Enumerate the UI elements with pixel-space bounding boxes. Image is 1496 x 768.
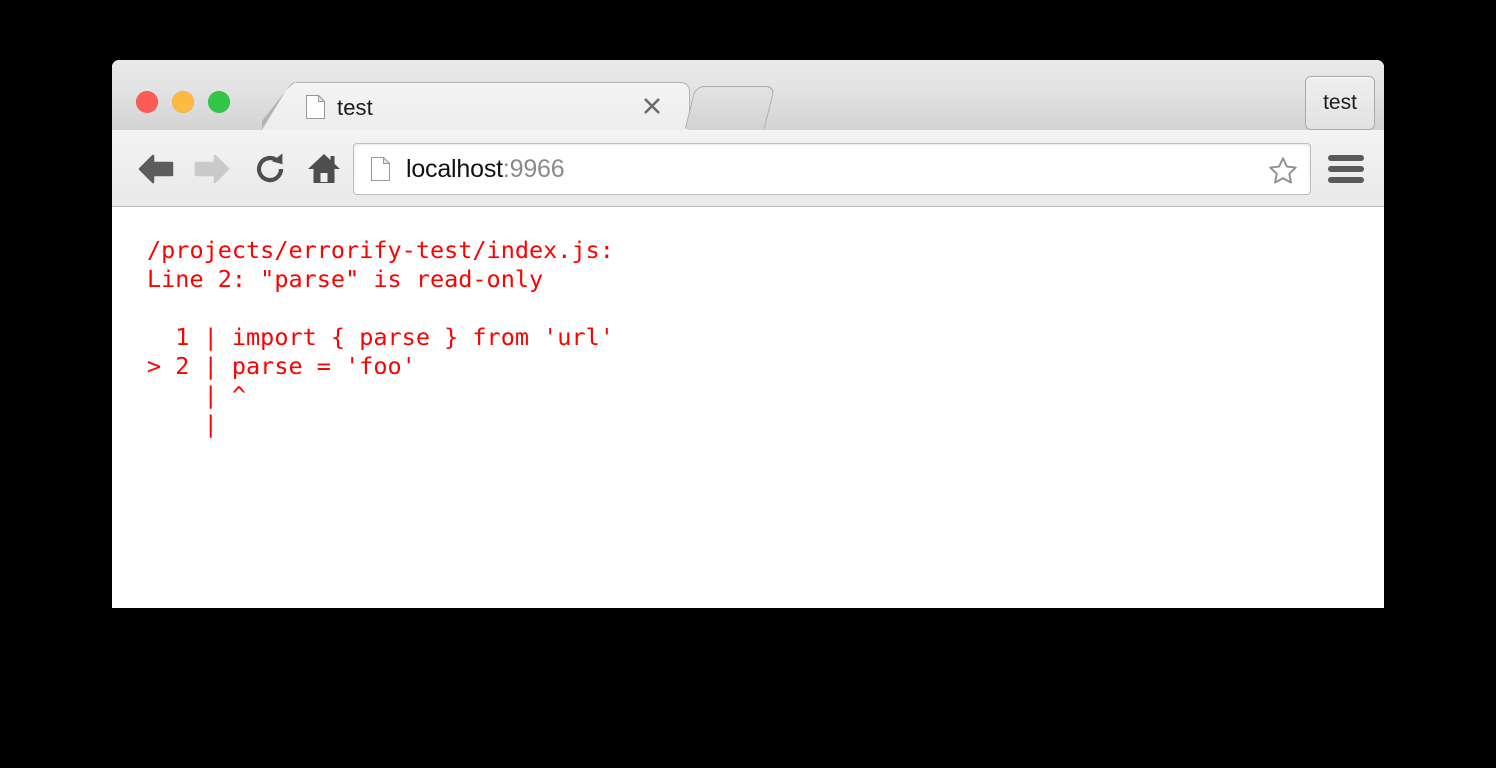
arrow-right-icon	[194, 154, 230, 184]
address-port: :9966	[502, 154, 565, 183]
document-icon	[371, 157, 390, 181]
arrow-left-icon	[138, 154, 174, 184]
window-close-button[interactable]	[136, 91, 158, 113]
reload-icon	[256, 153, 284, 183]
document-icon	[306, 95, 325, 119]
profile-button[interactable]: test	[1305, 76, 1375, 130]
close-icon[interactable]	[640, 94, 664, 118]
hamburger-menu-icon[interactable]	[1328, 150, 1370, 188]
menu-bar	[1328, 155, 1364, 161]
browser-toolbar: localhost:9966	[112, 130, 1384, 207]
error-output: /projects/errorify-test/index.js: Line 2…	[147, 236, 614, 438]
home-button[interactable]	[302, 148, 346, 190]
address-bar-text: localhost:9966	[406, 154, 565, 184]
window-zoom-button[interactable]	[208, 91, 230, 113]
page-viewport: /projects/errorify-test/index.js: Line 2…	[112, 207, 1384, 608]
forward-button	[190, 148, 234, 190]
tab-title: test	[337, 95, 373, 120]
address-host: localhost	[406, 154, 503, 183]
back-button[interactable]	[134, 148, 178, 190]
window-minimize-button[interactable]	[172, 91, 194, 113]
home-icon	[308, 154, 340, 183]
browser-window: test test localhost:9966 /projects/error…	[112, 60, 1384, 608]
new-tab-button[interactable]	[684, 86, 776, 129]
address-bar[interactable]: localhost:9966	[353, 143, 1311, 195]
reload-button[interactable]	[248, 148, 292, 190]
tab-shape	[262, 82, 690, 130]
tab-test[interactable]: test	[262, 82, 690, 130]
window-controls	[136, 91, 230, 113]
tab-slant	[262, 82, 296, 130]
menu-bar	[1328, 166, 1364, 172]
menu-bar	[1328, 177, 1364, 183]
tab-strip: test test	[112, 60, 1384, 130]
star-icon[interactable]	[1268, 155, 1298, 185]
